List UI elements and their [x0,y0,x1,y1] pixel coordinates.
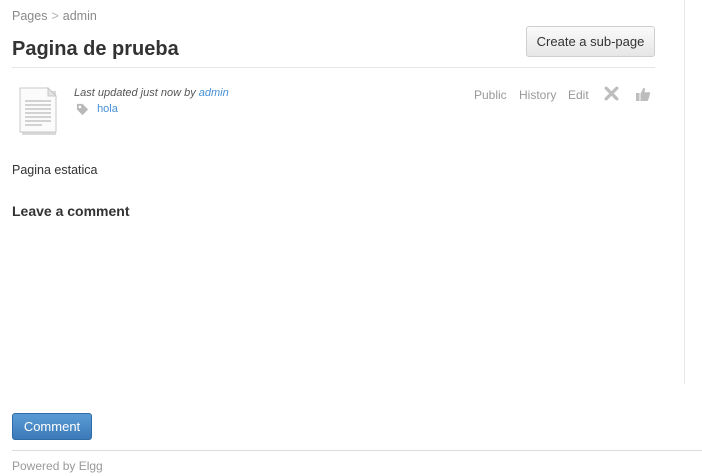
tag-icon [76,103,89,116]
byline-prefix: Last updated just now by [74,87,196,99]
page-body: Pagina estatica [12,163,98,177]
delete-icon[interactable] [604,86,619,101]
document-icon [19,86,58,135]
author-link[interactable]: admin [199,87,229,99]
breadcrumb: Pages > admin [12,9,97,23]
page-title: Pagina de prueba [12,38,179,60]
tag-hola[interactable]: hola [97,103,118,115]
main-content: Pages > admin Pagina de prueba Create a su… [0,0,685,384]
byline: Last updated just now by admin [74,87,229,99]
edit-link[interactable]: Edit [568,88,589,102]
tag-list: hola [76,103,118,116]
comment-heading: Leave a comment [12,203,130,219]
comment-submit-button[interactable]: Comment [12,413,92,440]
title-divider [12,67,655,68]
history-link[interactable]: History [519,88,556,102]
breadcrumb-item-pages[interactable]: Pages [12,9,47,23]
footer-text: Powered by Elgg [12,459,103,473]
create-subpage-button[interactable]: Create a sub-page [526,26,655,57]
breadcrumb-separator: > [51,9,59,23]
footer-divider [12,450,702,451]
access-level: Public [474,88,507,102]
breadcrumb-item-admin[interactable]: admin [63,9,97,23]
thumbs-up-icon[interactable] [635,86,651,102]
